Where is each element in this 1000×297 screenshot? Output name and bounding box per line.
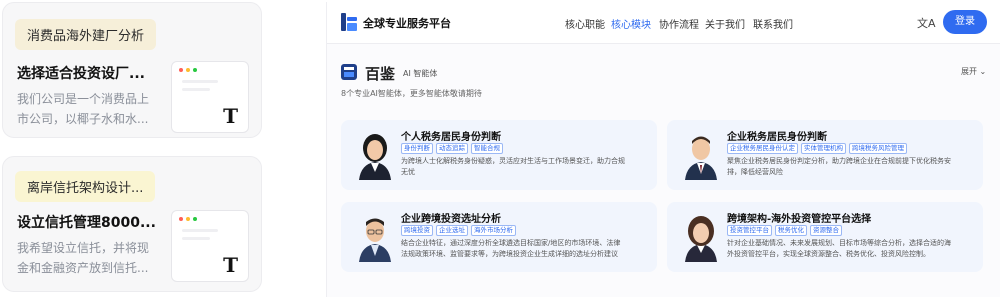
- agent-title: 跨境架构-海外投资管控平台选择: [727, 214, 872, 225]
- agent-tags: 企业税务居民身份认定 实体管理机构 跨境税务风险管理: [727, 143, 907, 154]
- section-description: 8个专业AI智能体，更多智能体敬请期待: [341, 89, 482, 98]
- agent-description: 聚焦企业税务居民身份判定分析，助力跨境企业在合规前提下优化税务安 排，降低经营风…: [727, 157, 951, 176]
- agent-card[interactable]: 企业税务居民身份判断 企业税务居民身份认定 实体管理机构 跨境税务风险管理 聚焦…: [667, 120, 983, 190]
- example-title: 选择适合投资设厂...: [17, 66, 145, 82]
- nav-contact-us[interactable]: 联系我们: [753, 16, 793, 31]
- agent-tag: 资源整合: [810, 225, 842, 236]
- nav-core-modules[interactable]: 核心模块: [611, 16, 651, 31]
- example-description: 我希望设立信托，并将现 金和金融资产放到信托...: [17, 241, 150, 275]
- platform-page: 全球专业服务平台 核心职能 核心模块 协作流程 关于我们 联系我们 文A 登录 …: [326, 2, 1000, 297]
- example-cards-panel: 消费品海外建厂分析 选择适合投资设厂... 我们公司是一个消费品上 市公司，以椰…: [0, 0, 264, 297]
- agent-tag: 企业税务居民身份认定: [727, 143, 798, 154]
- example-title: 设立信托管理8000...: [17, 215, 155, 231]
- agent-tag: 智能合规: [471, 143, 503, 154]
- agent-tag: 实体管理机构: [801, 143, 846, 154]
- window-dots-icon: [179, 68, 197, 72]
- agent-tag: 跨境税务风险管理: [849, 143, 907, 154]
- agent-tag: 动态追踪: [436, 143, 468, 154]
- nav-core-functions[interactable]: 核心职能: [565, 16, 605, 31]
- agent-title: 个人税务居民身份判断: [401, 132, 501, 143]
- agent-avatar-icon: [359, 218, 391, 262]
- example-description: 我们公司是一个消费品上 市公司，以椰子水和水...: [17, 92, 150, 126]
- text-type-icon: T: [223, 253, 238, 277]
- agent-title: 企业跨境投资选址分析: [401, 214, 501, 225]
- agent-description: 针对企业基础情况、未来发展规划、目标市场等综合分析，选择合适的海 外投资管控平台…: [727, 239, 951, 258]
- agent-tag: 企业选址: [436, 225, 468, 236]
- screenshot-collage: 消费品海外建厂分析 选择适合投资设厂... 我们公司是一个消费品上 市公司，以椰…: [0, 0, 1000, 297]
- agent-title: 企业税务居民身份判断: [727, 132, 827, 143]
- agent-tags: 身份判断 动态追踪 智能合规: [401, 143, 503, 154]
- agent-description: 为跨境人士化解税务身份疑惑，灵活应对生活与工作场景变迁，助力合规 无忧: [401, 157, 625, 176]
- nav-about-us[interactable]: 关于我们: [705, 16, 745, 31]
- text-type-icon: T: [223, 104, 238, 128]
- agent-tag: 税务优化: [775, 225, 807, 236]
- agent-tag: 身份判断: [401, 143, 433, 154]
- agent-tag: 跨境投资: [401, 225, 433, 236]
- agent-card[interactable]: 企业跨境投资选址分析 跨境投资 企业选址 海外市场分析 结合企业特征，通过深度分…: [341, 202, 657, 272]
- expand-button[interactable]: 展开 ⌄: [961, 66, 986, 77]
- platform-logo-icon: [341, 13, 357, 31]
- brand-name: 全球专业服务平台: [363, 17, 451, 30]
- agent-description: 结合企业特征，通过深度分析全球遴选目标国家/地区的市场环境、法律 法规政策环境、…: [401, 239, 621, 258]
- example-tag: 离岸信托架构设计...: [15, 171, 156, 202]
- section-name: 百鉴: [365, 65, 396, 83]
- agent-tag: 投资管控平台: [727, 225, 772, 236]
- example-card[interactable]: 消费品海外建厂分析 选择适合投资设厂... 我们公司是一个消费品上 市公司，以椰…: [2, 2, 262, 138]
- agent-tags: 跨境投资 企业选址 海外市场分析: [401, 225, 516, 236]
- window-dots-icon: [179, 217, 197, 221]
- agent-tag: 海外市场分析: [471, 225, 516, 236]
- example-tag: 消费品海外建厂分析: [15, 19, 157, 50]
- nav-workflow[interactable]: 协作流程: [659, 16, 699, 31]
- document-thumbnail: T: [171, 61, 249, 133]
- agent-tags: 投资管控平台 税务优化 资源整合: [727, 225, 842, 236]
- example-card[interactable]: 离岸信托架构设计... 设立信托管理8000... 我希望设立信托，并将现 金和…: [2, 156, 262, 292]
- agent-avatar-icon: [685, 216, 717, 262]
- language-icon[interactable]: 文A: [917, 15, 936, 31]
- agent-card[interactable]: 跨境架构-海外投资管控平台选择 投资管控平台 税务优化 资源整合 针对企业基础情…: [667, 202, 983, 272]
- section-subtitle: AI 智能体: [403, 69, 438, 78]
- top-navbar: 全球专业服务平台 核心职能 核心模块 协作流程 关于我们 联系我们 文A 登录: [327, 2, 1000, 44]
- login-button[interactable]: 登录: [943, 10, 987, 34]
- document-thumbnail: T: [171, 210, 249, 282]
- agent-avatar-icon: [359, 134, 391, 180]
- baijian-logo-icon: [341, 64, 357, 80]
- agent-avatar-icon: [685, 136, 717, 180]
- agent-card[interactable]: 个人税务居民身份判断 身份判断 动态追踪 智能合规 为跨境人士化解税务身份疑惑，…: [341, 120, 657, 190]
